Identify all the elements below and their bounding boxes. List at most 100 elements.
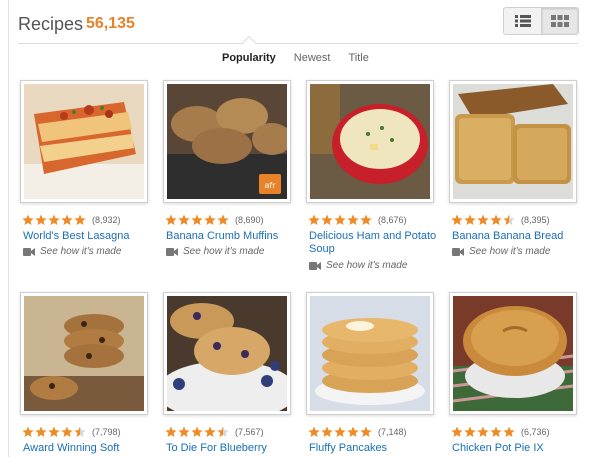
rating-count: (6,736) [521,427,550,437]
header-divider [18,43,578,44]
star-full-icon [22,214,34,225]
rating-count: (7,567) [235,427,264,437]
star-full-icon [217,214,229,225]
star-full-icon [347,426,359,437]
recipe-photo-link[interactable] [306,80,434,203]
recipe-title-link[interactable]: To Die For Blueberry [166,442,294,455]
grid-view-button[interactable] [541,8,578,34]
star-full-icon [61,214,73,225]
star-full-icon [48,426,60,437]
star-full-icon [477,214,489,225]
star-half-icon [503,214,515,225]
star-full-icon [360,214,372,225]
star-full-icon [35,426,47,437]
star-full-icon [48,214,60,225]
pot-pie-image [453,296,573,411]
star-rating: (8,932) [22,214,121,226]
star-full-icon [334,426,346,437]
star-full-icon [464,426,476,437]
star-full-icon [503,426,515,437]
recipe-photo-link[interactable] [449,80,577,203]
tab-popularity[interactable]: Popularity [222,52,276,64]
star-full-icon [360,426,372,437]
star-rating: (7,148) [308,426,407,438]
star-rating: (7,798) [22,426,121,438]
rating-count: (8,676) [378,215,407,225]
star-full-icon [165,426,177,437]
video-link[interactable]: See how it's made [23,246,121,257]
tab-newest[interactable]: Newest [294,52,331,64]
star-rating: (8,690) [165,214,264,226]
rating-count: (7,798) [92,427,121,437]
video-camera-icon [452,247,464,256]
rating-count: (8,690) [235,215,264,225]
cookies-image [24,296,144,411]
recipe-photo-link[interactable] [449,292,577,415]
star-full-icon [191,214,203,225]
list-icon [514,15,531,27]
video-link[interactable]: See how it's made [309,260,407,271]
video-link[interactable]: See how it's made [452,246,550,257]
star-full-icon [347,214,359,225]
star-half-icon [217,426,229,437]
tab-title[interactable]: Title [348,52,368,64]
star-rating: (8,676) [308,214,407,226]
recipes-page: Recipes 56,135 Popularity Newest Title (… [0,0,597,457]
recipe-photo-link[interactable] [20,80,148,203]
recipe-photo-link[interactable]: afr [163,80,291,203]
recipe-title-link[interactable]: Banana Crumb Muffins [166,230,294,243]
star-full-icon [321,214,333,225]
recipe-title-link[interactable]: World's Best Lasagna [23,230,151,243]
star-rating: (6,736) [451,426,550,438]
star-full-icon [308,214,320,225]
recipe-photo-link[interactable] [20,292,148,415]
list-view-button[interactable] [504,8,541,34]
star-full-icon [451,214,463,225]
left-border [8,0,9,457]
star-full-icon [321,426,333,437]
rating-count: (8,395) [521,215,550,225]
rating-count: (8,932) [92,215,121,225]
sort-tabs: Popularity Newest Title [222,52,369,64]
star-full-icon [22,426,34,437]
rating-count: (7,148) [378,427,407,437]
star-full-icon [464,214,476,225]
recipe-title-link[interactable]: Fluffy Pancakes [309,442,437,455]
star-full-icon [178,214,190,225]
recipe-photo-link[interactable] [163,292,291,415]
video-link-label: See how it's made [40,246,122,257]
star-full-icon [490,214,502,225]
pancakes-image [310,296,430,411]
video-link-label: See how it's made [326,260,408,271]
star-full-icon [61,426,73,437]
star-full-icon [308,426,320,437]
video-camera-icon [309,261,321,270]
recipe-title-link[interactable]: Chicken Pot Pie IX [452,442,580,455]
view-toggle [503,7,579,35]
video-link-label: See how it's made [469,246,551,257]
star-full-icon [204,426,216,437]
star-full-icon [74,214,86,225]
recipe-photo-link[interactable] [306,292,434,415]
video-link-label: See how it's made [183,246,265,257]
banana-bread-image [453,84,573,199]
video-camera-icon [166,247,178,256]
video-camera-icon [23,247,35,256]
lasagna-image [24,84,144,199]
star-full-icon [204,214,216,225]
muffins-image: afr [167,84,287,199]
star-full-icon [477,426,489,437]
recipe-title-link[interactable]: Award Winning Soft [23,442,151,455]
recipe-title-link[interactable]: Banana Banana Bread [452,230,580,243]
star-full-icon [490,426,502,437]
star-full-icon [191,426,203,437]
star-full-icon [334,214,346,225]
soup-image [310,84,430,199]
blueberry-muffins-image [167,296,287,411]
grid-icon [551,15,569,27]
recipe-title-link[interactable]: Delicious Ham and Potato Soup [309,230,437,256]
svg-text:afr: afr [264,181,276,190]
video-link[interactable]: See how it's made [166,246,264,257]
recipes-header: Recipes 56,135 [18,7,583,46]
star-rating: (8,395) [451,214,550,226]
